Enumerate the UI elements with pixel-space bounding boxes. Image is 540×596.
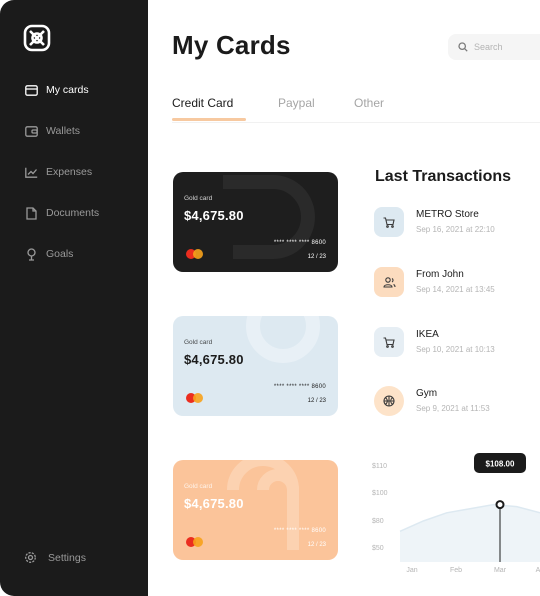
mastercard-icon xyxy=(186,249,203,259)
card-number: **** **** **** 8600 xyxy=(273,384,326,390)
transaction-date: Sep 14, 2021 at 13:45 xyxy=(416,285,495,294)
sidebar-item-label: My cards xyxy=(46,84,89,96)
sidebar-item-goals[interactable]: Goals xyxy=(24,245,73,263)
x-tick-label: Mar xyxy=(494,567,507,574)
search-placeholder: Search xyxy=(474,42,503,52)
tooltip-label: $108.00 xyxy=(486,460,515,469)
card-balance: $4,675.80 xyxy=(184,208,244,223)
tab-paypal[interactable]: Paypal xyxy=(278,96,315,110)
transaction-name: METRO Store xyxy=(416,209,479,220)
highlight-point xyxy=(495,500,505,510)
sidebar-item-label: Expenses xyxy=(46,166,93,178)
search-icon xyxy=(458,42,468,52)
card-type: Gold card xyxy=(184,339,213,346)
y-tick-label: $80 xyxy=(372,518,384,525)
transaction-name: From John xyxy=(416,269,464,280)
shopping-cart-icon xyxy=(374,327,404,357)
sidebar: My cards Wallets Expenses Documents Goal… xyxy=(0,0,148,596)
transaction-item[interactable]: Gym Sep 9, 2021 at 11:53 xyxy=(374,386,540,420)
settings-label: Settings xyxy=(48,552,86,564)
x-tick-label: Feb xyxy=(450,567,462,574)
active-tab-indicator xyxy=(172,118,246,121)
y-tick-label: $110 xyxy=(372,463,387,470)
card-expiry: 12 / 23 xyxy=(307,398,326,404)
tab-credit-card[interactable]: Credit Card xyxy=(172,96,233,110)
line-chart-icon xyxy=(24,165,38,179)
credit-card-dark[interactable]: Gold card $4,675.80 **** **** **** 8600 … xyxy=(173,172,338,272)
credit-card-orange[interactable]: Gold card $4,675.80 **** **** **** 8600 … xyxy=(173,460,338,560)
transactions-title: Last Transactions xyxy=(375,168,512,185)
transaction-date: Sep 16, 2021 at 22:10 xyxy=(416,225,495,234)
credit-card-blue[interactable]: Gold card $4,675.80 **** **** **** 8600 … xyxy=(173,316,338,416)
page-title: My Cards xyxy=(172,30,291,60)
x-tick-label: Jan xyxy=(406,567,417,574)
expenses-chart[interactable]: $110 $100 $80 $50 Jan Feb Mar A $108.00 xyxy=(370,450,540,580)
card-tabs: Credit Card Paypal Other xyxy=(172,96,540,123)
y-tick-label: $100 xyxy=(372,490,388,497)
tab-other[interactable]: Other xyxy=(354,96,384,110)
basketball-icon xyxy=(374,386,404,416)
card-number: **** **** **** 8600 xyxy=(273,528,326,534)
transaction-name: Gym xyxy=(416,388,438,399)
y-tick-label: $50 xyxy=(372,545,384,552)
document-icon xyxy=(24,206,38,220)
sidebar-item-label: Goals xyxy=(46,248,74,260)
credit-card-icon xyxy=(24,83,38,97)
transaction-name: IKEA xyxy=(416,329,439,340)
sidebar-item-expenses[interactable]: Expenses xyxy=(24,163,92,181)
sidebar-item-documents[interactable]: Documents xyxy=(24,204,99,222)
transaction-date: Sep 10, 2021 at 10:13 xyxy=(416,345,495,354)
sidebar-item-my-cards[interactable]: My cards xyxy=(24,81,89,99)
card-balance: $4,675.80 xyxy=(184,496,244,511)
sidebar-item-wallets[interactable]: Wallets xyxy=(24,122,80,140)
brand-logo[interactable] xyxy=(21,22,53,54)
sidebar-item-label: Wallets xyxy=(46,125,81,137)
card-type: Gold card xyxy=(184,483,213,490)
mastercard-icon xyxy=(186,537,203,547)
users-icon xyxy=(374,267,404,297)
main-content: My Cards Search Credit Card Paypal Other… xyxy=(148,0,540,596)
x-tick-label: A xyxy=(536,567,540,574)
shopping-cart-icon xyxy=(374,207,404,237)
card-expiry: 12 / 23 xyxy=(307,542,326,548)
sidebar-item-label: Documents xyxy=(46,207,100,219)
card-number: **** **** **** 8600 xyxy=(273,240,326,246)
card-expiry: 12 / 23 xyxy=(307,254,326,260)
chart-area xyxy=(400,504,540,562)
settings-button[interactable]: Settings xyxy=(24,551,86,565)
wallet-icon xyxy=(24,124,38,138)
mastercard-icon xyxy=(186,393,203,403)
transaction-item[interactable]: From John Sep 14, 2021 at 13:45 xyxy=(374,267,540,301)
card-balance: $4,675.80 xyxy=(184,352,244,367)
search-input[interactable]: Search xyxy=(448,34,540,60)
trophy-icon xyxy=(24,247,38,261)
transaction-item[interactable]: IKEA Sep 10, 2021 at 10:13 xyxy=(374,327,540,361)
transaction-item[interactable]: METRO Store Sep 16, 2021 at 22:10 xyxy=(374,207,540,241)
gear-icon xyxy=(24,551,38,565)
card-type: Gold card xyxy=(184,195,213,202)
transaction-date: Sep 9, 2021 at 11:53 xyxy=(416,404,490,413)
